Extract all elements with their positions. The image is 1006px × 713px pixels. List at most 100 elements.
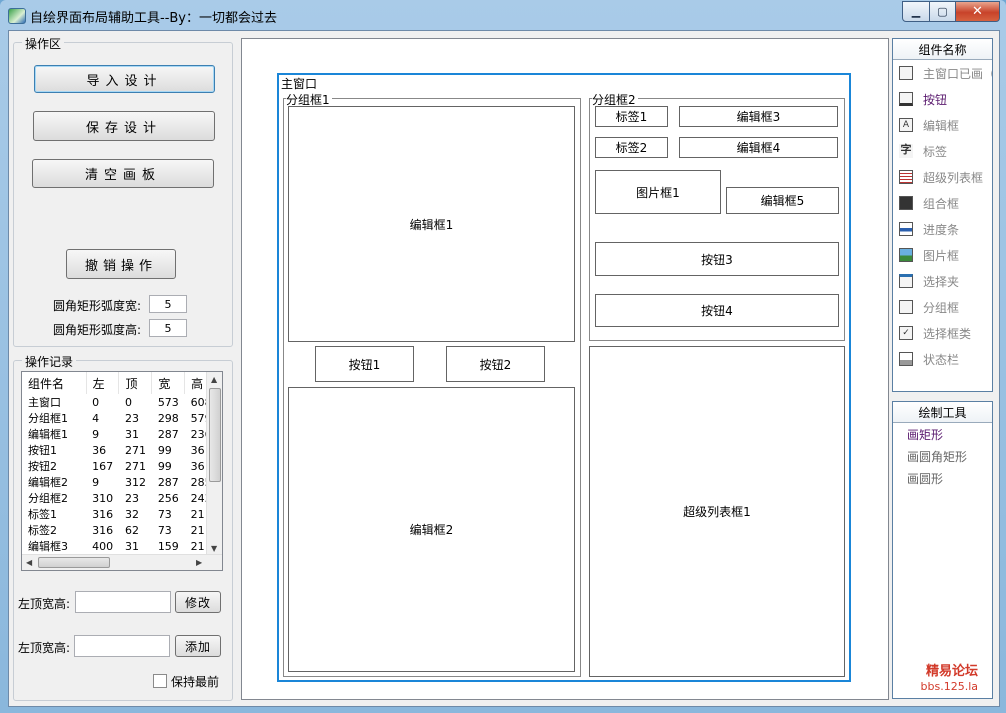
canvas-editbox-1[interactable]: 编辑框1 — [288, 106, 575, 342]
col-width-header[interactable]: 宽 — [151, 372, 186, 394]
add-button[interactable]: 添加 — [175, 635, 221, 657]
component-item-label: 主窗口已画（ — [923, 66, 992, 81]
import-design-button[interactable]: 导入设计 — [34, 65, 215, 93]
component-item-listview[interactable]: 超级列表框 — [893, 164, 992, 190]
canvas-listview-1[interactable]: 超级列表框1 — [589, 346, 845, 677]
cell: 分组框2 — [28, 492, 68, 505]
keep-on-top-checkbox[interactable] — [153, 674, 167, 688]
component-item-label: 选择夹 — [923, 274, 960, 289]
canvas-label-2[interactable]: 标签2 — [595, 137, 668, 158]
picture-icon — [899, 248, 913, 262]
tool-draw-rect[interactable]: 画矩形 — [893, 423, 992, 445]
clear-canvas-button[interactable]: 清空画板 — [32, 159, 214, 188]
canvas-picturebox-1[interactable]: 图片框1 — [595, 170, 721, 214]
components-panel: 组件名称 主窗口已画（ 按钮 A 编辑框 字标签 超级列表框 组合框 进度条 图片… — [892, 38, 993, 392]
forum-watermark: 精易论坛 bbs.125.la — [921, 664, 978, 694]
radius-height-input[interactable]: 5 — [149, 319, 187, 337]
log-horizontal-scrollbar[interactable]: ◀ ▶ — [22, 554, 222, 570]
canvas-editbox-3[interactable]: 编辑框3 — [679, 106, 838, 127]
canvas-button-4[interactable]: 按钮4 — [595, 294, 839, 327]
component-item-picture[interactable]: 图片框 — [893, 242, 992, 268]
cell: 23 — [124, 411, 139, 425]
modify-bounds-input[interactable] — [75, 591, 171, 613]
col-left-header[interactable]: 左 — [86, 372, 120, 394]
component-item-editbox[interactable]: A 编辑框 — [893, 112, 992, 138]
cell: 287 — [157, 427, 179, 441]
window-controls: ▁ ▢ ✕ — [902, 1, 1000, 22]
tool-draw-round-rect[interactable]: 画圆角矩形 — [893, 445, 992, 467]
canvas-label-1[interactable]: 标签1 — [595, 106, 668, 127]
save-design-button[interactable]: 保存设计 — [33, 111, 215, 141]
component-item-combobox[interactable]: 组合框 — [893, 190, 992, 216]
cell: 31 — [124, 539, 139, 553]
log-vertical-scroll-thumb[interactable] — [209, 388, 221, 482]
cell: 标签2 — [28, 524, 57, 537]
radius-width-input[interactable]: 5 — [149, 295, 187, 313]
table-row[interactable]: 主窗口 0 0 573 608 — [22, 394, 222, 410]
design-canvas[interactable]: 主窗口 分组框1 编辑框1 按钮1 按钮2 编辑框2 分组框2 标签1 编辑框3… — [241, 38, 889, 700]
scroll-right-icon[interactable]: ▶ — [196, 558, 202, 567]
maximize-button[interactable]: ▢ — [930, 1, 956, 22]
table-row[interactable]: 按钮2 167 271 99 36 — [22, 458, 222, 474]
cell: 9 — [92, 427, 100, 441]
table-row[interactable]: 按钮1 36 271 99 36 — [22, 442, 222, 458]
modify-bounds-label: 左顶宽高: — [18, 597, 71, 611]
log-horizontal-scroll-thumb[interactable] — [38, 557, 110, 568]
add-bounds-label: 左顶宽高: — [18, 641, 71, 655]
log-list[interactable]: 组件名 左 顶 宽 高 主窗口 0 0 573 608 分组框1 4 23 298 579 编辑… — [21, 371, 223, 571]
close-button[interactable]: ✕ — [956, 1, 1000, 22]
table-row[interactable]: 分组框1 4 23 298 579 — [22, 410, 222, 426]
canvas-main-window[interactable]: 主窗口 分组框1 编辑框1 按钮1 按钮2 编辑框2 分组框2 标签1 编辑框3… — [277, 73, 851, 682]
cell: 400 — [92, 539, 114, 553]
canvas-editbox-4[interactable]: 编辑框4 — [679, 137, 838, 158]
canvas-editbox-2[interactable]: 编辑框2 — [288, 387, 575, 672]
component-item-checkbox[interactable]: ✓ 选择框类 — [893, 320, 992, 346]
add-bounds-input[interactable] — [74, 635, 170, 657]
table-row[interactable]: 编辑框3 400 31 159 21 — [22, 538, 222, 554]
app-icon — [8, 8, 26, 24]
canvas-button-1[interactable]: 按钮1 — [315, 346, 414, 382]
table-row[interactable]: 标签1 316 32 73 21 — [22, 506, 222, 522]
component-item-statusbar[interactable]: 状态栏 — [893, 346, 992, 372]
tools-panel: 绘制工具 画矩形 画圆角矩形 画圆形 精易论坛 bbs.125.la — [892, 401, 993, 699]
scroll-left-icon[interactable]: ◀ — [26, 558, 32, 567]
col-top-header[interactable]: 顶 — [118, 372, 153, 394]
scroll-up-icon[interactable]: ▲ — [211, 375, 217, 384]
cell: 298 — [157, 411, 179, 425]
component-item-groupbox[interactable]: 分组框 — [893, 294, 992, 320]
canvas-editbox-5[interactable]: 编辑框5 — [726, 187, 839, 214]
component-item-progressbar[interactable]: 进度条 — [893, 216, 992, 242]
table-row[interactable]: 分组框2 310 23 256 243 — [22, 490, 222, 506]
table-row[interactable]: 编辑框2 9 312 287 285 — [22, 474, 222, 490]
table-row[interactable]: 标签2 316 62 73 21 — [22, 522, 222, 538]
canvas-button-3[interactable]: 按钮3 — [595, 242, 839, 276]
scroll-down-icon[interactable]: ▼ — [211, 544, 217, 553]
component-item-label: 分组框 — [923, 300, 960, 315]
cell: 62 — [124, 523, 139, 537]
cell: 287 — [157, 475, 179, 489]
modify-button[interactable]: 修改 — [175, 591, 221, 613]
component-item-tab[interactable]: 选择夹 — [893, 268, 992, 294]
canvas-button-2[interactable]: 按钮2 — [446, 346, 545, 382]
log-vertical-scrollbar[interactable]: ▲ ▼ — [206, 372, 222, 555]
cell: 31 — [124, 427, 139, 441]
undo-button[interactable]: 撤销操作 — [66, 249, 176, 279]
cell: 99 — [157, 443, 172, 457]
table-row[interactable]: 编辑框1 9 31 287 236 — [22, 426, 222, 442]
cell: 36 — [92, 443, 107, 457]
radius-width-label: 圆角矩形弧度宽: — [53, 299, 142, 313]
component-item-label: 图片框 — [923, 248, 960, 263]
component-item-label: 状态栏 — [923, 352, 960, 367]
tool-draw-circle[interactable]: 画圆形 — [893, 467, 992, 489]
cell: 271 — [124, 443, 146, 457]
close-icon: ✕ — [972, 4, 983, 19]
component-item-label: 超级列表框 — [923, 170, 984, 185]
cell: 编辑框3 — [28, 540, 68, 553]
title-bar[interactable]: 自绘界面布局辅助工具--By：一切都会过去 ▁ ▢ ✕ — [0, 0, 1006, 30]
minimize-button[interactable]: ▁ — [902, 1, 930, 22]
radius-height-label: 圆角矩形弧度高: — [53, 323, 142, 337]
component-item-button[interactable]: 按钮 — [893, 86, 992, 112]
component-item-label[interactable]: 字标签 — [893, 138, 992, 164]
col-name-header[interactable]: 组件名 — [22, 372, 87, 394]
component-item-window[interactable]: 主窗口已画（ — [893, 60, 992, 86]
